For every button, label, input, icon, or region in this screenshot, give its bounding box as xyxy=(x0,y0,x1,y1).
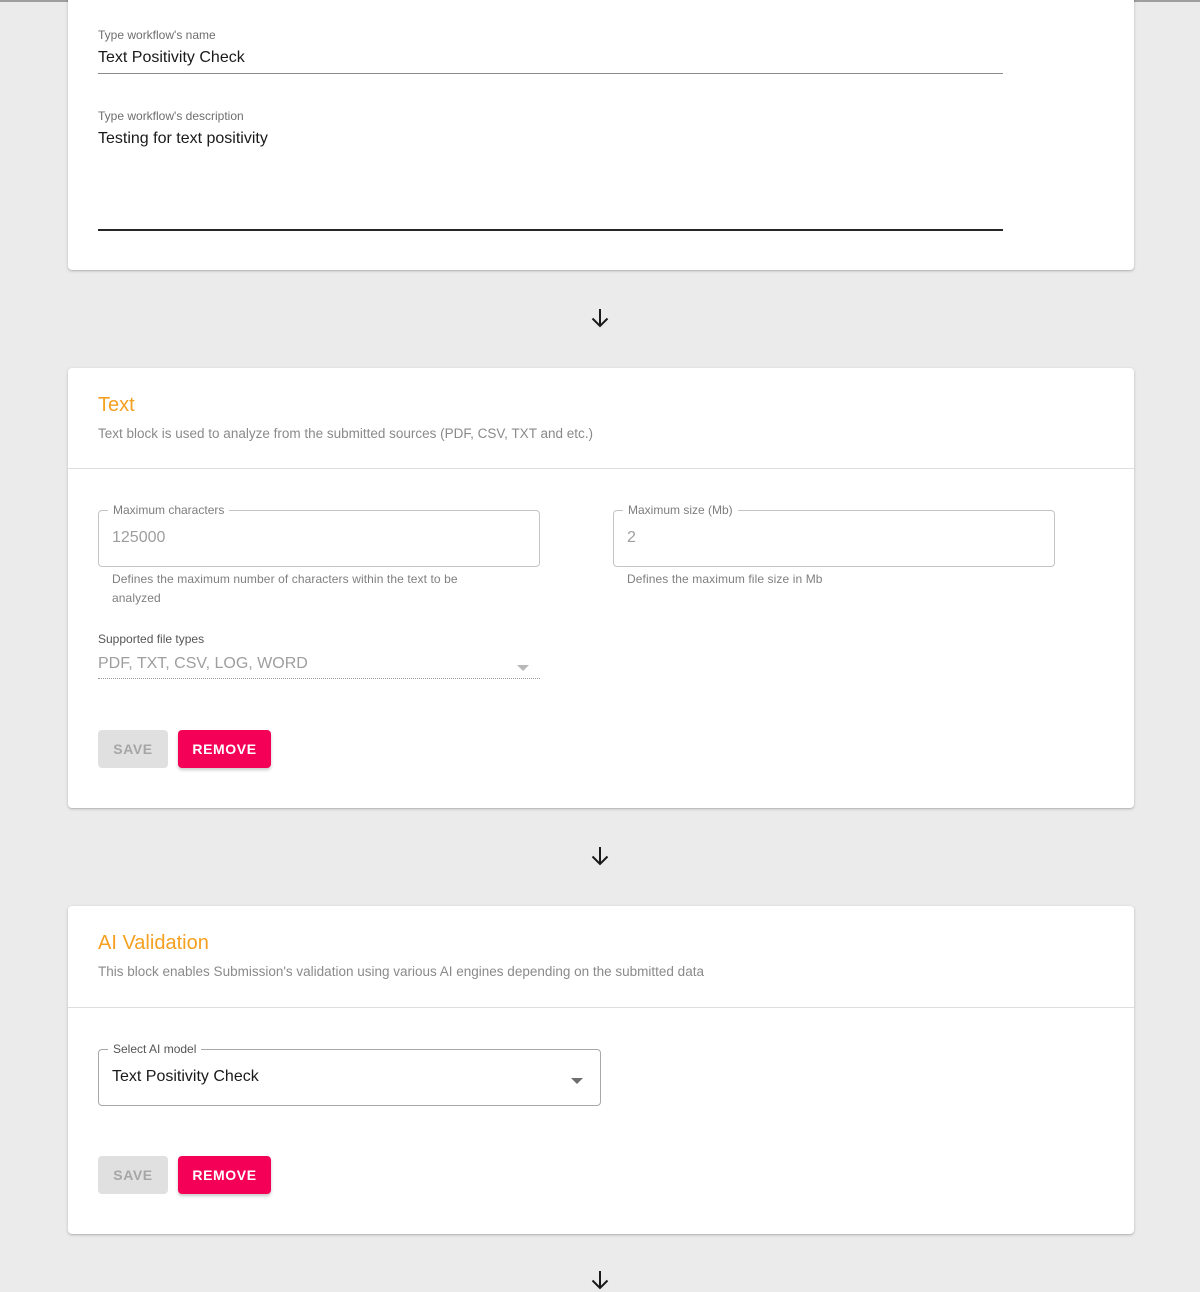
text-block-remove-button[interactable]: REMOVE xyxy=(178,730,271,768)
arrow-down-icon xyxy=(591,1271,609,1290)
workflow-description-textarea[interactable]: Testing for text positivity xyxy=(98,130,268,148)
arrow-down-icon xyxy=(591,847,609,866)
max-characters-label: Maximum characters xyxy=(108,502,230,518)
caret-down-icon xyxy=(571,1078,583,1084)
text-block-description: Text block is used to analyze from the s… xyxy=(98,426,593,441)
workflow-name-label: Type workflow's name xyxy=(98,28,216,42)
text-block-save-button[interactable]: SAVE xyxy=(98,730,168,768)
max-characters-helper-line2: analyzed xyxy=(112,591,161,605)
workflow-name-underline xyxy=(98,73,1003,74)
file-types-select[interactable]: PDF, TXT, CSV, LOG, WORD xyxy=(98,652,540,680)
ai-validation-remove-button[interactable]: REMOVE xyxy=(178,1156,271,1194)
ai-model-label: Select AI model xyxy=(108,1041,202,1057)
file-types-value: PDF, TXT, CSV, LOG, WORD xyxy=(98,655,308,672)
text-block-title: Text xyxy=(98,394,135,416)
file-types-underline xyxy=(98,678,540,679)
file-types-label: Supported file types xyxy=(98,632,205,646)
max-size-label: Maximum size (Mb) xyxy=(623,502,738,518)
ai-model-select[interactable]: Select AI model Text Positivity Check xyxy=(98,1041,601,1106)
max-characters-helper-line1: Defines the maximum number of characters… xyxy=(112,572,458,586)
ai-validation-description: This block enables Submission's validati… xyxy=(98,964,704,979)
workflow-name-input[interactable]: Text Positivity Check xyxy=(98,49,245,67)
max-size-helper: Defines the maximum file size in Mb xyxy=(627,572,823,586)
max-characters-value: 125000 xyxy=(112,529,166,546)
arrow-down-icon xyxy=(591,309,609,328)
max-characters-field[interactable]: Maximum characters 125000 xyxy=(98,502,540,567)
max-size-field[interactable]: Maximum size (Mb) 2 xyxy=(613,502,1055,567)
workflow-description-underline xyxy=(98,229,1003,231)
ai-validation-card: AI Validation This block enables Submiss… xyxy=(68,906,1134,1234)
max-size-value: 2 xyxy=(627,529,636,546)
text-block-card: Text Text block is used to analyze from … xyxy=(68,368,1134,808)
ai-validation-divider xyxy=(68,1007,1134,1008)
text-block-divider xyxy=(68,468,1134,469)
caret-down-icon xyxy=(517,665,529,671)
ai-validation-title: AI Validation xyxy=(98,932,209,954)
ai-validation-save-button[interactable]: SAVE xyxy=(98,1156,168,1194)
workflow-description-label: Type workflow's description xyxy=(98,109,244,123)
ai-model-value: Text Positivity Check xyxy=(112,1068,259,1085)
workflow-info-card: Type workflow's name Text Positivity Che… xyxy=(68,0,1134,270)
